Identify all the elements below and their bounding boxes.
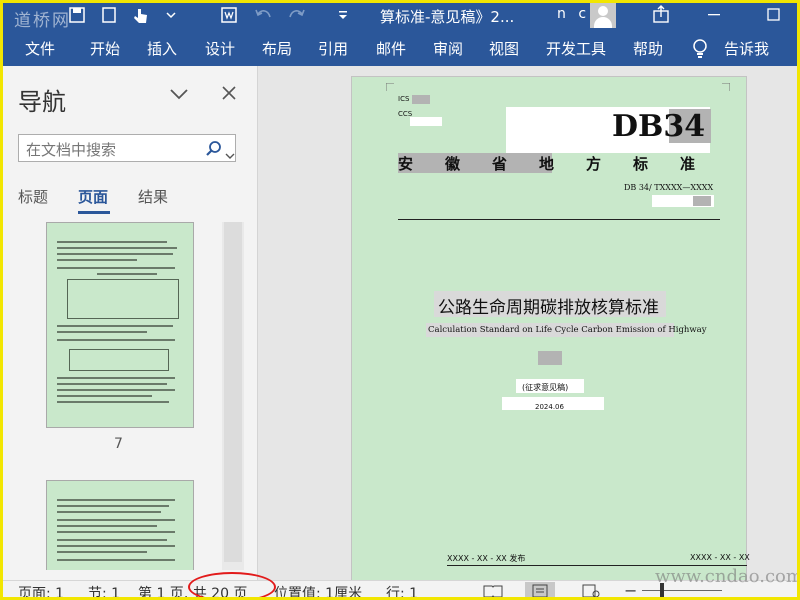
tab-layout[interactable]: 布局 [262,38,292,59]
tab-file[interactable]: 文件 [25,38,55,59]
crop-mark-top-left [386,83,394,91]
document-page[interactable]: ICS CCS DB34 安徽省地方标准 DB 34/ TXXXX—XXXX 公… [351,76,750,580]
document-title: 算标准-意见稿》2... [380,8,515,26]
new-doc-icon[interactable] [98,4,120,26]
header-rule [398,219,720,220]
standard-number: DB 34/ TXXXX—XXXX [624,183,714,192]
zoom-slider[interactable] [642,590,722,591]
chinese-title: 公路生命周期碳排放核算标准 [438,298,659,318]
status-position[interactable]: 位置值: 1厘米 [274,583,362,600]
web-layout-icon[interactable] [576,582,606,600]
document-area[interactable]: ICS CCS DB34 安徽省地方标准 DB 34/ TXXXX—XXXX 公… [259,66,800,580]
word-logo-icon [218,4,240,26]
share-icon[interactable] [651,4,671,24]
customize-qat-icon[interactable] [332,4,354,26]
tab-developer[interactable]: 开发工具 [546,38,606,59]
page-thumbnails: 7 8 [0,222,222,570]
watermark-top-left: 道桥网 [14,11,71,30]
minimize-icon[interactable] [704,4,724,24]
tab-review[interactable]: 审阅 [433,38,463,59]
ics-redacted [412,95,430,104]
english-title: Calculation Standard on Life Cycle Carbo… [428,325,707,335]
crop-mark-top-right [722,83,730,91]
highlight-ellipse [188,572,276,600]
search-placeholder: 在文档中搜索 [26,141,117,159]
draft-label: (征求意见稿) [522,383,569,392]
tab-help[interactable]: 帮助 [633,38,663,59]
status-section[interactable]: 节: 1 [88,583,120,600]
tab-results[interactable]: 结果 [138,186,168,207]
page-thumbnail-number: 7 [114,436,123,452]
publish-date: XXXX - XX - XX 发布 [447,554,526,563]
search-icon[interactable] [205,140,223,158]
navigation-title: 导航 [18,88,66,116]
title-bar: 道桥网 算标准-意见稿》2... n c [0,0,800,30]
province-standard: 安徽省地方标准 [398,155,728,173]
tab-design[interactable]: 设计 [205,38,235,59]
redacted-block [538,351,562,365]
scrollbar-thumb[interactable] [224,222,242,562]
replace-note-redacted [693,196,711,206]
search-input[interactable]: 在文档中搜索 [18,134,236,162]
navigation-pane: 导航 在文档中搜索 标题 页面 结果 7 [0,66,258,580]
ics-label: ICS [398,95,410,103]
print-layout-icon[interactable] [525,582,555,600]
undo-icon[interactable] [252,4,274,26]
tab-references[interactable]: 引用 [318,38,348,59]
tell-me-search[interactable]: 告诉我 [724,38,769,59]
tab-pages[interactable]: 页面 [78,186,108,207]
zoom-out-button[interactable]: − [624,581,637,600]
search-options-dropdown-icon[interactable] [225,145,235,159]
customize-touch-dropdown-icon[interactable] [160,4,182,26]
ribbon-tabs: 文件 开始 插入 设计 布局 引用 邮件 审阅 视图 开发工具 帮助 告诉我 [0,30,800,66]
status-page[interactable]: 页面: 1 [18,583,64,600]
tab-view[interactable]: 视图 [489,38,519,59]
tab-mailings[interactable]: 邮件 [376,38,406,59]
restore-icon[interactable] [764,4,784,24]
lightbulb-icon[interactable] [690,38,710,60]
thumbnail-scrollbar[interactable] [222,222,244,570]
redo-icon[interactable] [286,4,308,26]
ccs-blank [410,117,442,126]
close-icon[interactable] [220,84,238,102]
tab-home[interactable]: 开始 [90,38,120,59]
user-avatar[interactable] [590,2,616,28]
watermark-bottom-right: www.cndao.com [655,566,800,587]
status-line[interactable]: 行: 1 [386,583,418,600]
page-thumbnail[interactable] [46,480,194,570]
draft-date: 2024.06 [535,403,564,411]
tab-headings[interactable]: 标题 [18,186,48,207]
implement-date: XXXX - XX - XX [690,553,750,562]
db-code: DB34 [612,109,706,144]
touch-mode-icon[interactable] [130,4,152,26]
read-mode-icon[interactable] [478,582,508,600]
active-tab-indicator [78,211,110,214]
save-icon[interactable] [66,4,88,26]
page-thumbnail[interactable] [46,222,194,428]
tab-insert[interactable]: 插入 [147,38,177,59]
user-name[interactable]: n c [557,6,590,22]
chevron-down-icon[interactable] [168,86,190,102]
